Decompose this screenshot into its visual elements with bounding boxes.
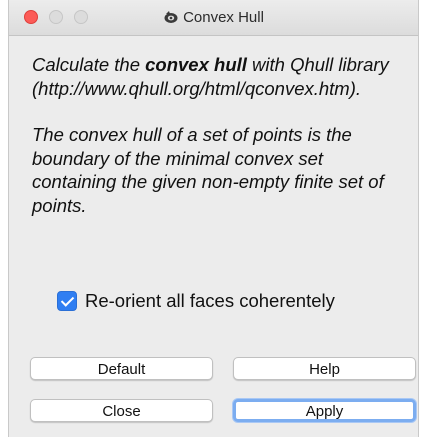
window-title: Convex Hull (9, 9, 418, 26)
reorient-faces-checkbox[interactable] (57, 291, 77, 311)
description-text: Calculate the (32, 54, 146, 75)
close-button[interactable]: Close (30, 399, 213, 422)
dialog-window: Convex Hull Calculate the convex hull wi… (8, 0, 419, 437)
window-title-text: Convex Hull (183, 9, 264, 26)
description-bold-term: convex hull (145, 54, 247, 75)
meshlab-app-icon (164, 11, 178, 23)
description-paragraph-1: Calculate the convex hull with Qhull lib… (32, 53, 412, 100)
apply-button[interactable]: Apply (233, 399, 416, 422)
filter-description: Calculate the convex hull with Qhull lib… (32, 53, 412, 217)
reorient-faces-label[interactable]: Re-orient all faces coherentely (85, 290, 335, 312)
help-button[interactable]: Help (233, 357, 416, 380)
reorient-faces-checkbox-row[interactable]: Re-orient all faces coherentely (57, 289, 335, 313)
default-button[interactable]: Default (30, 357, 213, 380)
description-paragraph-2: The convex hull of a set of points is th… (32, 124, 384, 216)
title-bar[interactable]: Convex Hull (9, 0, 418, 36)
